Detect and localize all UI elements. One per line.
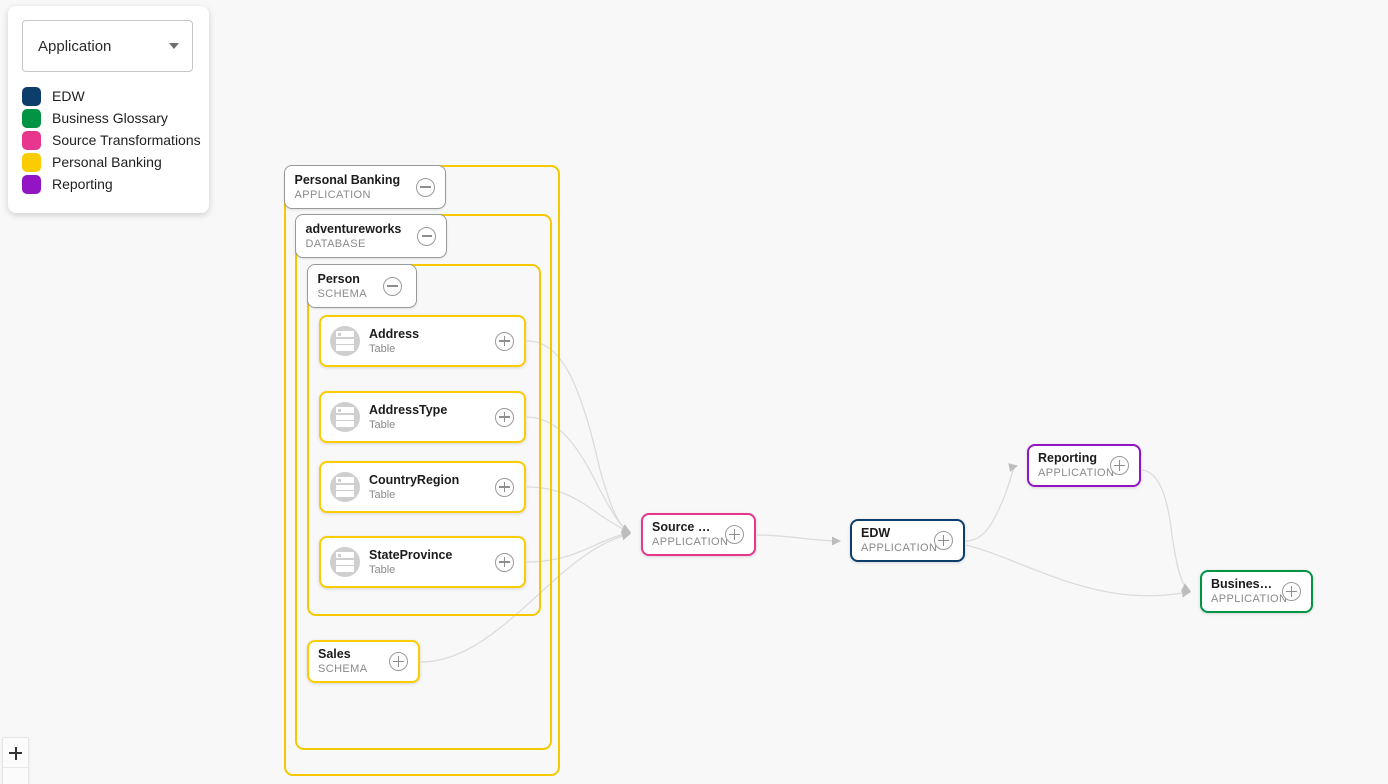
node-title: Sales: [318, 647, 351, 661]
legend-item[interactable]: Reporting: [22, 173, 195, 195]
node-addresstype[interactable]: AddressType Table: [319, 391, 526, 443]
group-header-adventureworks[interactable]: adventureworks DATABASE: [294, 213, 448, 258]
node-title: AddressType: [369, 402, 448, 417]
legend-item-label: Reporting: [52, 176, 113, 192]
node-reporting[interactable]: Reporting APPLICATION: [1027, 444, 1141, 487]
table-icon: [330, 547, 360, 577]
collapse-icon[interactable]: [416, 177, 436, 197]
expand-icon[interactable]: [495, 331, 514, 351]
grouping-select[interactable]: Application: [22, 20, 193, 72]
node-subtitle: APPLICATION: [1038, 467, 1115, 479]
legend-item-label: Source Transformations: [52, 132, 201, 148]
edge-edw-to-reporting: [965, 463, 1018, 542]
edge-source-to-edw: [756, 534, 841, 546]
edge-reporting-to-glossary: [1141, 469, 1191, 592]
expand-icon[interactable]: [725, 525, 744, 544]
lineage-canvas[interactable]: Personal Banking APPLICATION adventurework…: [0, 0, 1388, 784]
zoom-controls: [2, 737, 29, 784]
edge-edw-to-glossary: [965, 544, 1191, 598]
chevron-down-icon: [169, 43, 179, 49]
collapse-icon[interactable]: [382, 276, 402, 296]
legend-item[interactable]: Personal Banking: [22, 151, 195, 173]
node-subtitle: Table: [369, 342, 396, 355]
legend-item-label: EDW: [52, 88, 85, 104]
node-title: StateProvince: [369, 547, 453, 562]
node-subtitle: Table: [369, 563, 396, 576]
legend-item[interactable]: EDW: [22, 85, 195, 107]
legend-panel: Application EDW Business Glossary Source T…: [8, 6, 209, 213]
node-subtitle: SCHEMA: [318, 663, 368, 675]
node-subtitle: Table: [369, 488, 396, 501]
node-subtitle: APPLICATION: [652, 536, 729, 548]
group-header-personal-banking[interactable]: Personal Banking APPLICATION: [283, 164, 447, 209]
legend-item-label: Personal Banking: [52, 154, 162, 170]
expand-icon[interactable]: [495, 477, 514, 497]
group-subtitle: SCHEMA: [317, 287, 367, 300]
node-stateprovince[interactable]: StateProvince Table: [319, 536, 526, 588]
zoom-out-button[interactable]: [3, 768, 28, 784]
group-title: Personal Banking: [294, 172, 401, 187]
legend-color-swatch: [22, 174, 41, 194]
group-subtitle: DATABASE: [305, 237, 366, 250]
node-title: Address: [369, 326, 420, 341]
node-address[interactable]: Address Table: [319, 315, 526, 367]
grouping-select-value: Application: [38, 37, 112, 55]
group-title: adventureworks: [305, 221, 402, 236]
group-header-person-schema[interactable]: Person SCHEMA: [306, 263, 417, 308]
node-title: Reporting: [1038, 451, 1098, 465]
collapse-icon[interactable]: [417, 226, 437, 246]
table-icon: [330, 472, 360, 502]
legend-list: EDW Business Glossary Source Transformatio…: [22, 85, 201, 195]
expand-icon[interactable]: [495, 552, 514, 572]
node-source-transformations[interactable]: Source Transforma... APPLICATION: [641, 513, 756, 556]
node-subtitle: Table: [369, 418, 396, 431]
expand-icon[interactable]: [1110, 456, 1129, 475]
node-countryregion[interactable]: CountryRegion Table: [319, 461, 526, 513]
node-business-glossary[interactable]: Business Glossary APPLICATION: [1200, 570, 1313, 613]
node-title: Business Glossary: [1211, 577, 1274, 591]
node-edw[interactable]: EDW APPLICATION: [850, 519, 965, 562]
zoom-in-button[interactable]: [3, 738, 28, 767]
expand-icon[interactable]: [389, 652, 408, 671]
node-sales-schema[interactable]: Sales SCHEMA: [307, 640, 420, 683]
expand-icon[interactable]: [1282, 582, 1301, 601]
group-title: Person: [317, 271, 360, 286]
node-title: CountryRegion: [369, 472, 460, 487]
expand-icon[interactable]: [495, 407, 514, 427]
legend-item[interactable]: Business Glossary: [22, 107, 195, 129]
legend-color-swatch: [22, 130, 41, 150]
legend-color-swatch: [22, 86, 41, 106]
node-title: EDW: [861, 526, 891, 540]
legend-color-swatch: [22, 108, 41, 128]
legend-color-swatch: [22, 152, 41, 172]
legend-item-label: Business Glossary: [52, 110, 168, 126]
node-title: Source Transforma...: [652, 520, 717, 534]
legend-item[interactable]: Source Transformations: [22, 129, 201, 151]
node-subtitle: APPLICATION: [1211, 593, 1288, 605]
expand-icon[interactable]: [934, 531, 953, 550]
node-subtitle: APPLICATION: [861, 542, 938, 554]
table-icon: [330, 326, 360, 356]
table-icon: [330, 402, 360, 432]
group-subtitle: APPLICATION: [294, 188, 371, 201]
